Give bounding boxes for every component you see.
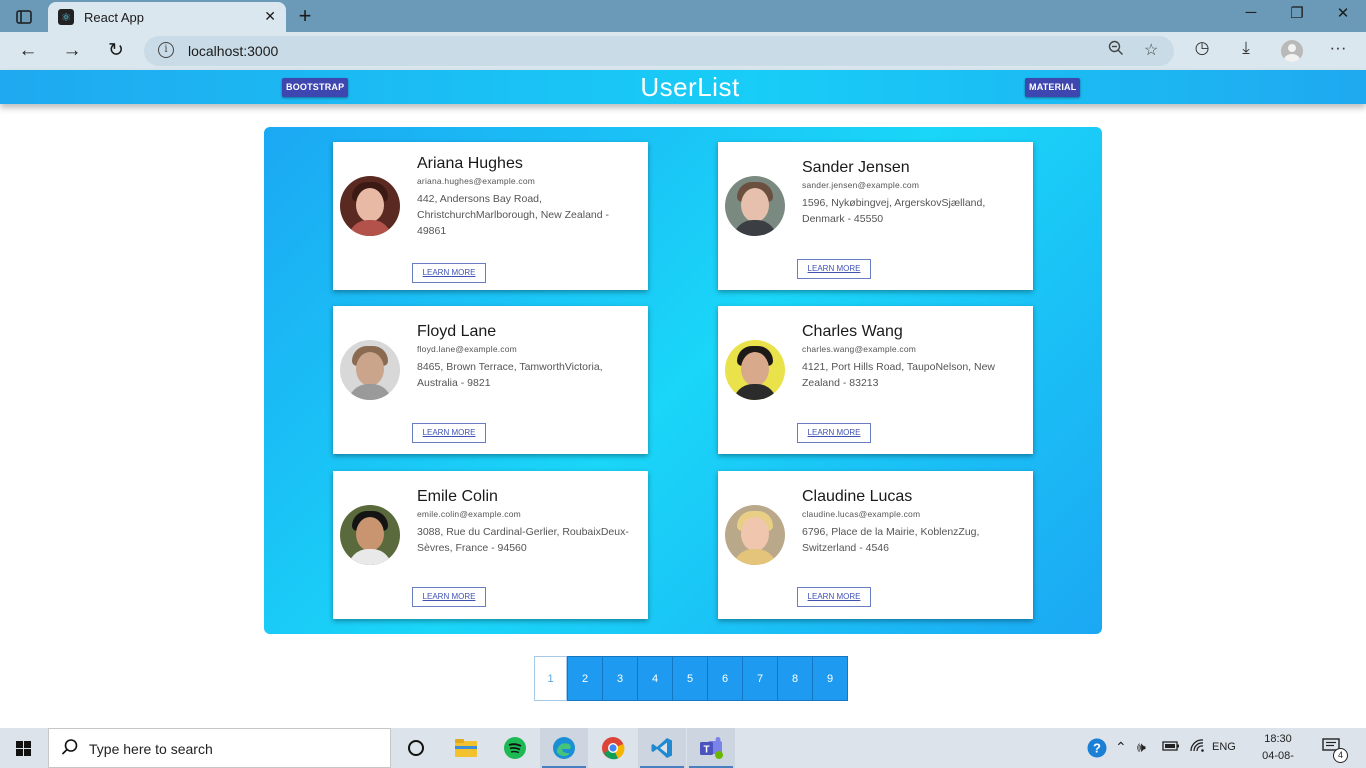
windows-logo-icon [16,741,32,756]
learn-more-button[interactable]: LEARN MORE [797,423,871,443]
chevron-up-icon[interactable]: ⌃ [1115,739,1127,756]
user-address: 6796, Place de la Mairie, KoblenzZug, Sw… [802,526,980,554]
user-card: Floyd Lane floyd.lane@example.com 8465, … [333,306,648,454]
user-card: Charles Wang charles.wang@example.com 41… [718,306,1033,454]
user-avatar [725,340,785,400]
user-email: charles.wang@example.com [802,344,917,354]
user-email: sander.jensen@example.com [802,180,920,190]
app-header: BOOTSTRAP UserList MATERIAL [0,70,1366,104]
file-explorer-icon[interactable] [442,728,490,768]
wifi-icon[interactable] [1190,739,1206,756]
notification-badge: 4 [1333,748,1348,763]
user-email: floyd.lane@example.com [417,344,517,354]
page-title: UserList [640,72,740,102]
learn-more-button[interactable]: LEARN MORE [412,423,486,443]
user-card-grid: Ariana Hughes ariana.hughes@example.com … [264,127,1102,634]
page-button-1[interactable]: 1 [534,656,567,701]
user-card: Emile Colin emile.colin@example.com 3088… [333,471,648,619]
learn-more-button[interactable]: LEARN MORE [797,259,871,279]
user-card: Ariana Hughes ariana.hughes@example.com … [333,142,648,290]
refresh-icon[interactable]: ↻ [102,38,130,64]
user-avatar [340,505,400,565]
clock-time: 18:30 [1264,733,1292,745]
react-icon: ⚛ [58,9,74,25]
more-icon[interactable]: ··· [1324,38,1352,58]
user-name: Floyd Lane [417,323,497,340]
tab-title: React App [84,9,144,25]
tab-actions-icon[interactable] [8,6,40,28]
user-name: Emile Colin [417,488,498,505]
page-button-6[interactable]: 6 [707,656,743,701]
user-name: Claudine Lucas [802,488,913,505]
minimize-icon[interactable]: ─ [1236,4,1266,21]
user-avatar [340,176,400,236]
user-avatar [725,176,785,236]
page-button-3[interactable]: 3 [602,656,638,701]
clock-date: 04-08-2021 [1262,750,1294,768]
user-address: 3088, Rue du Cardinal-Gerlier, RoubaixDe… [417,526,629,554]
address-bar[interactable]: i localhost:3000 ☆ [144,36,1174,66]
search-placeholder: Type here to search [89,741,213,757]
browser-toolbar: ← → ↻ i localhost:3000 ☆ ◷ ⤓ ··· [0,32,1366,70]
taskbar-search-input[interactable]: Type here to search [48,728,391,768]
close-tab-icon[interactable]: ✕ [264,8,276,25]
material-button[interactable]: MATERIAL [1025,78,1081,97]
chrome-icon[interactable] [589,728,637,768]
forward-arrow-icon[interactable]: → [58,38,86,64]
close-window-icon[interactable]: ✕ [1328,4,1358,22]
vscode-icon[interactable] [638,728,686,768]
user-address: 442, Andersons Bay Road, ChristchurchMar… [417,193,609,237]
page-button-2[interactable]: 2 [567,656,603,701]
cortana-icon[interactable] [408,740,424,756]
search-icon [61,738,79,761]
learn-more-button[interactable]: LEARN MORE [797,587,871,607]
speaker-icon[interactable]: 🕪 [1137,739,1146,756]
svg-text:T: T [703,745,709,756]
language-indicator[interactable]: ENG [1212,741,1236,753]
user-avatar [340,340,400,400]
restore-icon[interactable]: ❐ [1282,4,1312,22]
user-address: 4121, Port Hills Road, TaupoNelson, New … [802,361,995,389]
help-icon[interactable]: ? [1087,738,1107,761]
pagination: 1 2 3 4 5 6 7 8 9 [534,656,848,701]
svg-text:?: ? [1093,741,1101,756]
user-email: claudine.lucas@example.com [802,509,921,519]
user-name: Ariana Hughes [417,155,523,172]
page-button-9[interactable]: 9 [812,656,848,701]
spotify-icon[interactable] [491,728,539,768]
user-email: ariana.hughes@example.com [417,176,536,186]
user-address: 8465, Brown Terrace, TamworthVictoria, A… [417,361,603,389]
system-clock[interactable]: 18:30 04-08-2021 [1250,731,1306,768]
page-button-8[interactable]: 8 [777,656,813,701]
zoom-out-icon[interactable] [1108,40,1124,61]
user-address: 1596, Nykøbingvej, ArgerskovSjælland, De… [802,197,986,225]
new-tab-icon[interactable]: + [292,3,318,29]
page-button-7[interactable]: 7 [742,656,778,701]
start-button[interactable] [0,728,48,768]
page-button-4[interactable]: 4 [637,656,673,701]
learn-more-button[interactable]: LEARN MORE [412,587,486,607]
user-name: Sander Jensen [802,159,910,176]
page-button-5[interactable]: 5 [672,656,708,701]
user-email: emile.colin@example.com [417,509,521,519]
url-text[interactable]: localhost:3000 [188,43,278,59]
user-card: Claudine Lucas claudine.lucas@example.co… [718,471,1033,619]
user-name: Charles Wang [802,323,903,340]
battery-icon[interactable] [1162,739,1180,755]
user-avatar [725,505,785,565]
edge-icon[interactable] [540,728,588,768]
download-icon[interactable]: ⤓ [1232,38,1260,58]
back-arrow-icon[interactable]: ← [14,38,42,64]
history-icon[interactable]: ◷ [1188,38,1216,58]
profile-icon[interactable] [1281,40,1303,62]
windows-taskbar: Type here to search T ? ⌃ 🕪 ENG 18:30 04… [0,728,1366,768]
learn-more-button[interactable]: LEARN MORE [412,263,486,283]
browser-tab[interactable]: ⚛ React App ✕ [48,2,286,32]
browser-tab-strip: ⚛ React App ✕ + ─ ❐ ✕ [0,0,1366,32]
favorite-add-icon[interactable]: ☆ [1144,40,1158,60]
teams-icon[interactable]: T [687,728,735,768]
user-card: Sander Jensen sander.jensen@example.com … [718,142,1033,290]
info-icon[interactable]: i [158,42,174,58]
